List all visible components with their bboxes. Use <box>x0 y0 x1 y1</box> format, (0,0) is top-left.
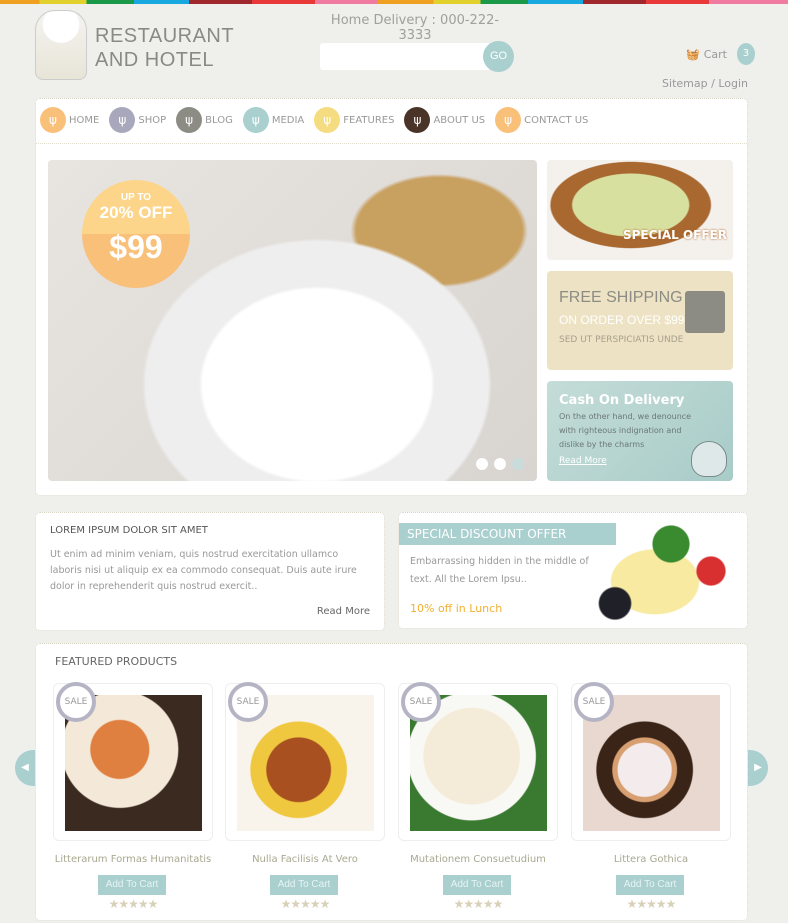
go-button[interactable]: GO <box>483 41 514 72</box>
chef-logo-icon[interactable] <box>35 10 87 80</box>
free-shipping-banner[interactable]: FREE SHIPPING ON ORDER OVER $99 SED UT P… <box>547 271 733 370</box>
top-links: Sitemap / Login <box>662 77 748 90</box>
lorem-title: LOREM IPSUM DOLOR SIT AMET <box>50 525 208 536</box>
fork-icon: ψ <box>176 107 203 133</box>
nav-label: ABOUT US <box>433 114 486 126</box>
cod-text: On the other hand, we denounce with righ… <box>559 412 692 449</box>
star-rating-icon[interactable]: ★★★★★ <box>270 897 340 911</box>
nav-item[interactable]: ψ BLOG <box>176 107 233 133</box>
nav-label: FEATURES <box>343 114 395 126</box>
slider-dot[interactable] <box>512 458 524 470</box>
fork-icon: ψ <box>495 107 522 133</box>
product-card[interactable]: SALE <box>398 682 558 841</box>
slider-dots <box>476 458 524 470</box>
nav-label: BLOG <box>205 114 233 126</box>
nav-item[interactable]: ψ ABOUT US <box>404 107 485 133</box>
add-to-cart-button[interactable]: Add To Cart <box>616 875 684 895</box>
separator: / <box>707 77 719 90</box>
add-to-cart-button[interactable]: Add To Cart <box>443 875 511 895</box>
sale-badge: SALE <box>574 682 614 722</box>
featured-title: FEATURED PRODUCTS <box>55 655 178 668</box>
product-card[interactable]: SALE <box>53 682 213 841</box>
special-offer-banner[interactable]: SPECIAL OFFER <box>547 160 733 260</box>
offer-percent: 20% OFF <box>99 203 173 222</box>
lorem-read-more[interactable]: Read More <box>317 604 370 620</box>
product-card[interactable]: SALE <box>225 682 385 841</box>
fork-icon: ψ <box>242 107 269 133</box>
ship-note: SED UT PERSPICIATIS UNDE <box>559 335 684 345</box>
prev-arrow-icon[interactable]: ◀ <box>15 750 35 786</box>
sale-badge: SALE <box>228 682 268 722</box>
basket-icon: 🧺 <box>686 47 700 61</box>
special-offer-label: SPECIAL OFFER <box>622 228 727 242</box>
fork-icon: ψ <box>404 107 431 133</box>
product-card[interactable]: SALE <box>571 682 731 841</box>
offer-price: $99 <box>109 229 163 265</box>
star-rating-icon[interactable]: ★★★★★ <box>98 897 168 911</box>
divider <box>36 143 747 144</box>
offer-upto: UP TO <box>120 192 152 203</box>
slider-dot[interactable] <box>476 458 488 470</box>
slider-dot[interactable] <box>494 458 506 470</box>
logo-line2: AND HOTEL <box>95 49 214 71</box>
lorem-text: Ut enim ad minim veniam, quis nostrud ex… <box>50 549 357 592</box>
product-name[interactable]: Litterarum Formas Humanitatis <box>47 854 219 865</box>
star-rating-icon[interactable]: ★★★★★ <box>616 897 686 911</box>
logo-line1: RESTAURANT <box>95 25 235 47</box>
nav-item[interactable]: ψ CONTACT US <box>495 107 588 133</box>
nav-label: MEDIA <box>271 114 305 126</box>
fork-icon: ψ <box>109 107 136 133</box>
nav-item[interactable]: ψ MEDIA <box>242 107 305 133</box>
sale-badge: SALE <box>56 682 96 722</box>
nav-label: SHOP <box>138 114 167 126</box>
nav-label: HOME <box>69 114 100 126</box>
discount-text: Embarrassing hidden in the middle of tex… <box>410 556 589 585</box>
next-arrow-icon[interactable]: ▶ <box>748 750 768 786</box>
nav-item[interactable]: ψ HOME <box>40 107 99 133</box>
search-input[interactable] <box>320 43 490 70</box>
product-name[interactable]: Littera Gothica <box>565 854 737 865</box>
cod-title: Cash On Delivery <box>559 393 685 408</box>
product-name[interactable]: Mutationem Consuetudium <box>392 854 564 865</box>
login-link[interactable]: Login <box>718 77 748 90</box>
lorem-box: LOREM IPSUM DOLOR SIT AMET Ut enim ad mi… <box>35 512 385 631</box>
discount-offer[interactable]: 10% off in Lunch <box>410 601 502 617</box>
fork-icon: ψ <box>40 107 66 133</box>
cart-link[interactable]: 🧺 Cart 3 <box>686 43 755 65</box>
discount-title: SPECIAL DISCOUNT OFFER <box>399 523 616 545</box>
cart-count-badge: 3 <box>736 43 755 65</box>
truck-icon <box>685 291 725 333</box>
main-nav: ψ HOME ψ SHOP ψ BLOG ψ MEDIA ψ FEATURES ψ ABOUT US ψ… <box>40 107 588 133</box>
nav-item[interactable]: ψ FEATURES <box>314 107 394 133</box>
add-to-cart-button[interactable]: Add To Cart <box>270 875 338 895</box>
nav-item[interactable]: ψ SHOP <box>109 107 166 133</box>
discount-box: SPECIAL DISCOUNT OFFER Embarrassing hidd… <box>398 512 748 629</box>
color-strip <box>0 0 788 4</box>
star-rating-icon[interactable]: ★★★★★ <box>443 897 513 911</box>
product-name[interactable]: Nulla Facilisis At Vero <box>219 854 391 865</box>
logo-text[interactable]: RESTAURANT AND HOTEL <box>95 24 234 72</box>
add-to-cart-button[interactable]: Add To Cart <box>98 875 166 895</box>
fork-icon: ψ <box>314 107 341 133</box>
sale-badge: SALE <box>401 682 441 722</box>
sitemap-link[interactable]: Sitemap <box>662 77 708 90</box>
cart-label: Cart <box>703 47 727 61</box>
cash-on-delivery-banner[interactable]: Cash On Delivery On the other hand, we d… <box>547 381 733 481</box>
home-delivery: Home Delivery : 000-222-3333 <box>330 13 500 43</box>
money-bag-icon <box>691 441 727 477</box>
nav-label: CONTACT US <box>524 114 589 126</box>
offer-badge: UP TO 20% OFF $99 <box>82 180 190 288</box>
